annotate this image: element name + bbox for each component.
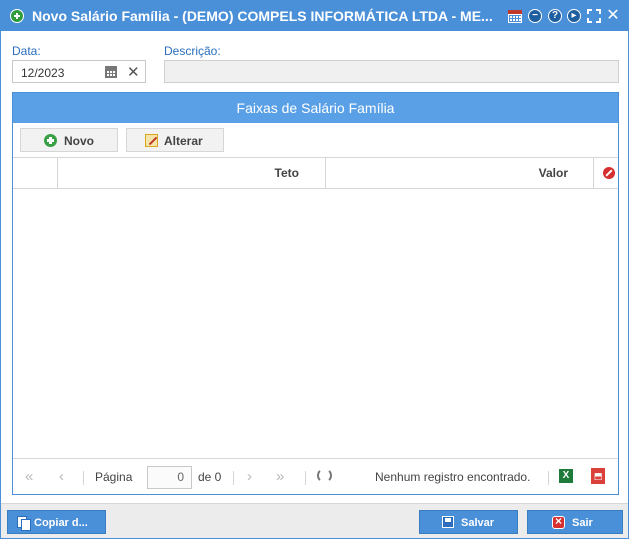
pdf-export-icon[interactable]: ⬒ [591, 468, 605, 484]
next-page-icon[interactable]: › [247, 468, 252, 485]
grid-pager: « ‹ Página 0 de 0 › » Nenhum registro en… [13, 458, 618, 494]
page-input[interactable]: 0 [147, 466, 192, 489]
title-bar[interactable]: Novo Salário Família - (DEMO) COMPELS IN… [1, 1, 628, 31]
pager-status: Nenhum registro encontrado. [375, 470, 531, 484]
select-column[interactable] [13, 158, 58, 188]
help-icon[interactable]: ? [548, 9, 562, 23]
refresh-icon[interactable] [317, 468, 332, 483]
grid-title: Faixas de Salário Família [13, 93, 618, 123]
page-label: Página [95, 470, 133, 484]
clear-icon[interactable]: ✕ [127, 63, 140, 81]
faixas-grid-panel: Faixas de Salário Família Novo Alterar T… [12, 92, 619, 495]
data-label: Data: [12, 44, 41, 58]
save-icon [442, 516, 454, 528]
novo-button[interactable]: Novo [20, 128, 118, 152]
page-count: de 0 [198, 470, 222, 484]
copy-button[interactable]: Copiar d... [7, 510, 106, 534]
exit-icon [552, 514, 565, 529]
edit-icon [145, 134, 158, 147]
novo-label: Novo [64, 134, 94, 148]
maximize-icon[interactable] [587, 9, 601, 23]
add-icon [44, 134, 57, 147]
descricao-label: Descrição: [164, 44, 221, 58]
pager-divider [305, 471, 306, 485]
grid-toolbar: Novo Alterar [13, 123, 618, 157]
alterar-button[interactable]: Alterar [126, 128, 224, 152]
prev-page-icon[interactable]: ‹ [59, 468, 64, 485]
data-field[interactable]: 12/2023 ✕ [12, 60, 146, 83]
date-picker-icon[interactable] [105, 66, 117, 78]
save-label: Salvar [461, 517, 495, 529]
data-value[interactable]: 12/2023 [21, 66, 64, 80]
dialog-footer: Copiar d... Salvar Sair [1, 503, 628, 538]
first-page-icon[interactable]: « [25, 468, 33, 485]
window-title: Novo Salário Família - (DEMO) COMPELS IN… [32, 8, 493, 24]
copy-icon [17, 516, 31, 531]
column-teto[interactable]: Teto [58, 158, 326, 188]
pager-divider [83, 471, 84, 485]
add-green-icon [10, 9, 24, 23]
close-icon[interactable]: ✕ [606, 8, 620, 24]
pager-divider [233, 471, 234, 485]
last-page-icon[interactable]: » [276, 468, 284, 485]
delete-icon[interactable] [603, 167, 615, 179]
descricao-field[interactable] [164, 60, 619, 83]
exit-label: Sair [572, 517, 593, 529]
excel-export-icon[interactable]: X [559, 469, 573, 483]
alterar-label: Alterar [164, 134, 203, 148]
grid-column-header: Teto Valor [13, 157, 618, 189]
dialog-window: Novo Salário Família - (DEMO) COMPELS IN… [0, 0, 629, 539]
copy-label: Copiar d... [34, 517, 88, 529]
save-button[interactable]: Salvar [419, 510, 518, 534]
play-icon[interactable]: ▸ [567, 9, 581, 23]
pager-divider [548, 471, 549, 485]
column-valor[interactable]: Valor [326, 158, 594, 188]
exit-button[interactable]: Sair [527, 510, 623, 534]
minimize-icon[interactable]: − [528, 9, 542, 23]
calendar-icon[interactable] [508, 9, 522, 23]
